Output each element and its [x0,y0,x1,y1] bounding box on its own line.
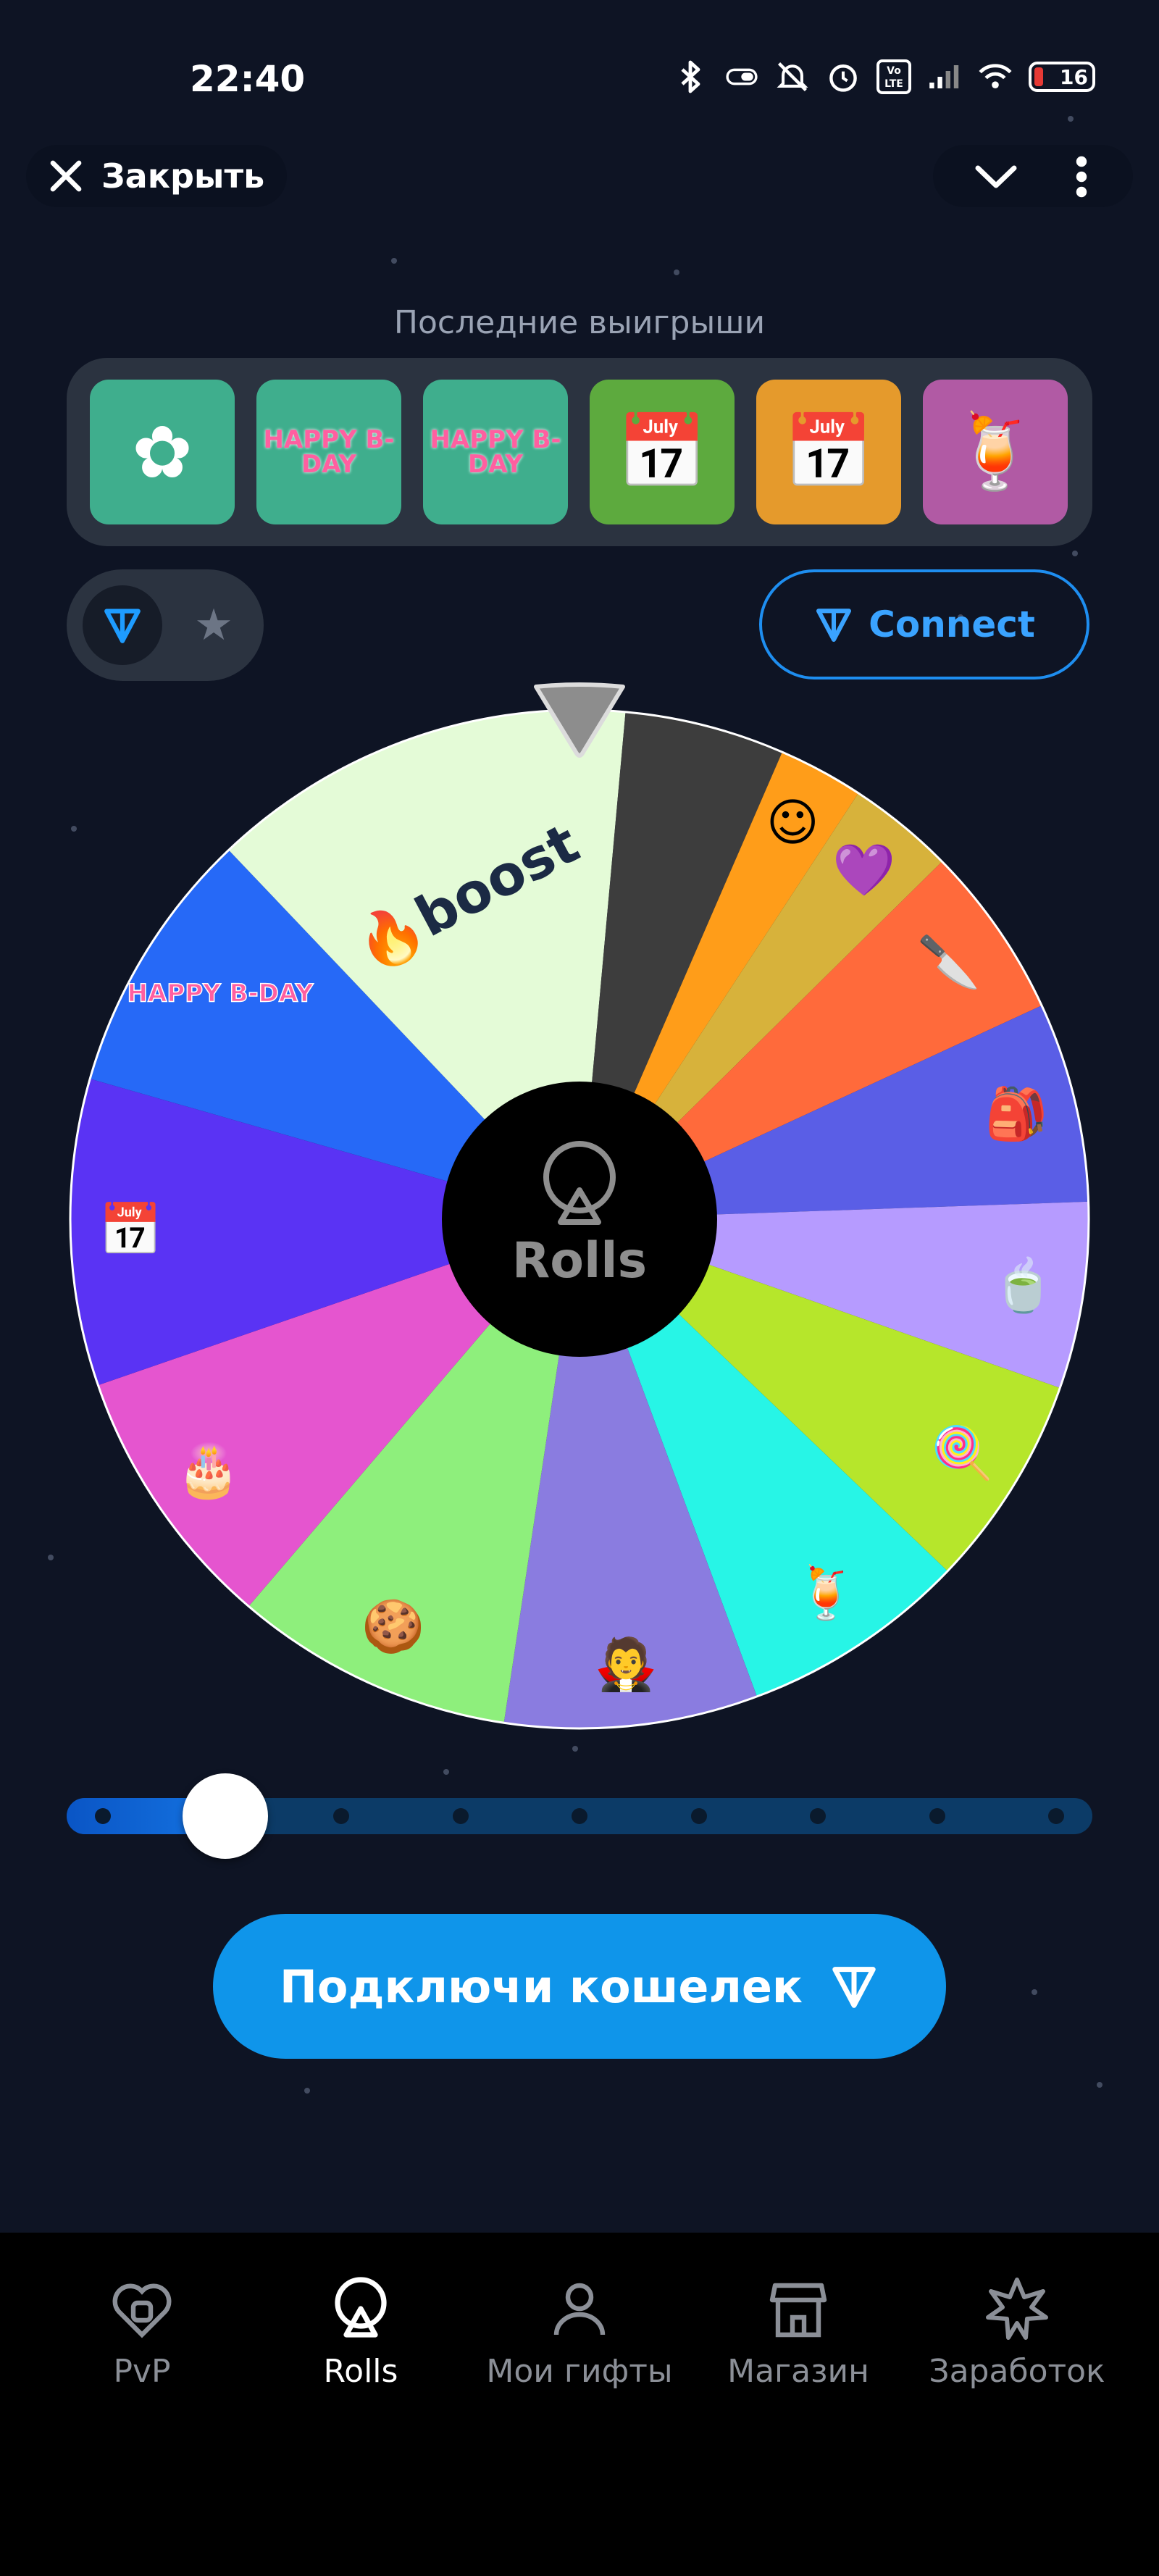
shop-icon [769,2283,827,2338]
gift-label: HAPPY B-DAY [263,425,395,479]
gift-icon: ✿ [132,409,193,495]
wheel-prize-icon: 📅 [99,1200,162,1259]
background-star [674,269,679,275]
happy-bday-gift[interactable]: HAPPY B-DAY [423,380,568,524]
slider-step-dot [1048,1808,1064,1824]
connect-wallet-button[interactable]: Подключи кошелек [213,1914,946,2059]
wheel-prize-icon: 💜 [832,840,896,900]
background-star [443,1769,449,1775]
star-currency-option[interactable]: ★ [174,585,254,665]
bottom-tab-bar: PvP Rolls Мои гифты Магазин Заработок [0,2233,1159,2576]
close-label: Закрыть [101,156,265,196]
bluetooth-icon [674,59,708,94]
wheel-pointer-icon [534,682,625,758]
slider-step-dot [810,1808,826,1824]
connect-button[interactable]: Connect [759,569,1089,679]
status-bar: 22:40 Vo LTE 16 [0,0,1159,152]
cocktail-gift[interactable]: 🍹 [923,380,1068,524]
gift-label: HAPPY B-DAY [430,425,561,479]
slider-step-dot [95,1808,111,1824]
currency-toggle[interactable]: ★ [67,569,264,681]
recent-wins-title: Последние выигрыши [393,304,766,341]
tab-label: Заработок [929,2353,1105,2390]
gift-icon: 📅 [783,409,874,494]
gift-icon: 📅 [616,409,708,494]
tab-label: Rolls [323,2353,398,2390]
slider-knob[interactable] [183,1773,269,1859]
battery-level: 16 [1060,64,1088,89]
background-star [48,1555,54,1560]
happy-bday-icon: HAPPY B-DAY [127,979,314,1008]
slider-step-dot [333,1808,349,1824]
status-time: 22:40 [190,58,306,100]
slider-step-dot [929,1808,945,1824]
tab-label: Магазин [727,2353,869,2390]
slider-step-dot [690,1808,707,1824]
gift-icon: 🍹 [950,409,1041,494]
background-star [304,2088,310,2094]
chevron-down-icon[interactable] [972,159,1020,193]
pvp-heart-icon [112,2283,172,2338]
battery-icon: 16 [1029,62,1095,92]
tab-my-gifts[interactable]: Мои гифты [471,2269,688,2428]
volte-icon: Vo LTE [876,59,911,94]
tab-earnings[interactable]: Заработок [908,2269,1126,2428]
bday-calendar-gift[interactable]: 📅 [590,380,735,524]
rolls-wheel-icon [335,2277,387,2338]
svg-text:Vo: Vo [887,65,901,77]
tab-rolls[interactable]: Rolls [252,2269,469,2428]
tab-pvp[interactable]: PvP [33,2269,251,2428]
recent-wins-list: ✿ HAPPY B-DAY HAPPY B-DAY 📅 📅 🍹 [67,358,1092,546]
wheel-prize-icon: 🎒 [985,1084,1048,1144]
happy-bday-gift[interactable]: HAPPY B-DAY [256,380,401,524]
ton-icon [816,609,852,643]
wifi-icon [978,59,1013,94]
status-icons: Vo LTE 16 [674,59,1095,94]
earnings-star-icon [986,2278,1048,2340]
header-menu [933,145,1133,207]
background-star [1097,2082,1102,2088]
wheel-prize-icon: 🍪 [361,1597,424,1656]
close-button[interactable]: Закрыть [26,145,287,207]
background-star [391,258,397,264]
prize-wheel-graphic: HAPPY B-DAY🔥boost ☺💜🔪🎒🍵🍭🍹🧛🍪🎂📅Rolls [69,708,1090,1730]
prize-wheel[interactable]: HAPPY B-DAY 🔥boost ☺ 💜 🔪 🎒 🍵 🍭 🍹 🧛 🍪 🎂 📅 Rolls [67,706,1092,1732]
more-options-icon[interactable] [1071,155,1092,198]
star-icon: ★ [194,600,233,651]
connect-wallet-label: Подключи кошелек [279,1960,803,2013]
mute-icon [775,59,810,94]
ton-icon [104,609,141,643]
wheel-prize-icon: 🔪 [917,932,980,992]
background-star [1072,551,1078,556]
wheel-prize-icon: 🍹 [795,1563,858,1623]
wheel-prize-icon: 🍭 [931,1421,994,1482]
connect-label: Connect [869,603,1035,645]
slider-step-dot [572,1808,587,1824]
wheel-prize-icon: ☺ [766,793,819,852]
tab-shop[interactable]: Магазин [690,2269,907,2428]
background-star [572,1746,578,1752]
close-icon [50,160,82,192]
pink-flower-gift[interactable]: ✿ [90,380,235,524]
signal-icon [927,59,962,94]
ton-currency-option[interactable] [83,585,162,665]
bday-calendar-gift[interactable]: 📅 [756,380,901,524]
svg-text:LTE: LTE [884,78,903,90]
ton-icon [832,1967,876,2008]
vibrate-icon [724,59,759,94]
alarm-icon [826,59,861,94]
slider-step-dot [452,1808,469,1824]
wheel-prize-icon: 🧛 [594,1634,657,1694]
profile-icon [553,2283,606,2335]
wheel-prize-icon: 🍵 [992,1255,1055,1316]
stake-slider[interactable] [67,1773,1092,1859]
wheel-center-label: Rolls [512,1232,647,1289]
wheel-prize-icon: 🎂 [177,1440,240,1501]
tab-label: Мои гифты [486,2353,673,2390]
background-star [1032,1989,1037,1995]
tab-label: PvP [113,2353,171,2390]
